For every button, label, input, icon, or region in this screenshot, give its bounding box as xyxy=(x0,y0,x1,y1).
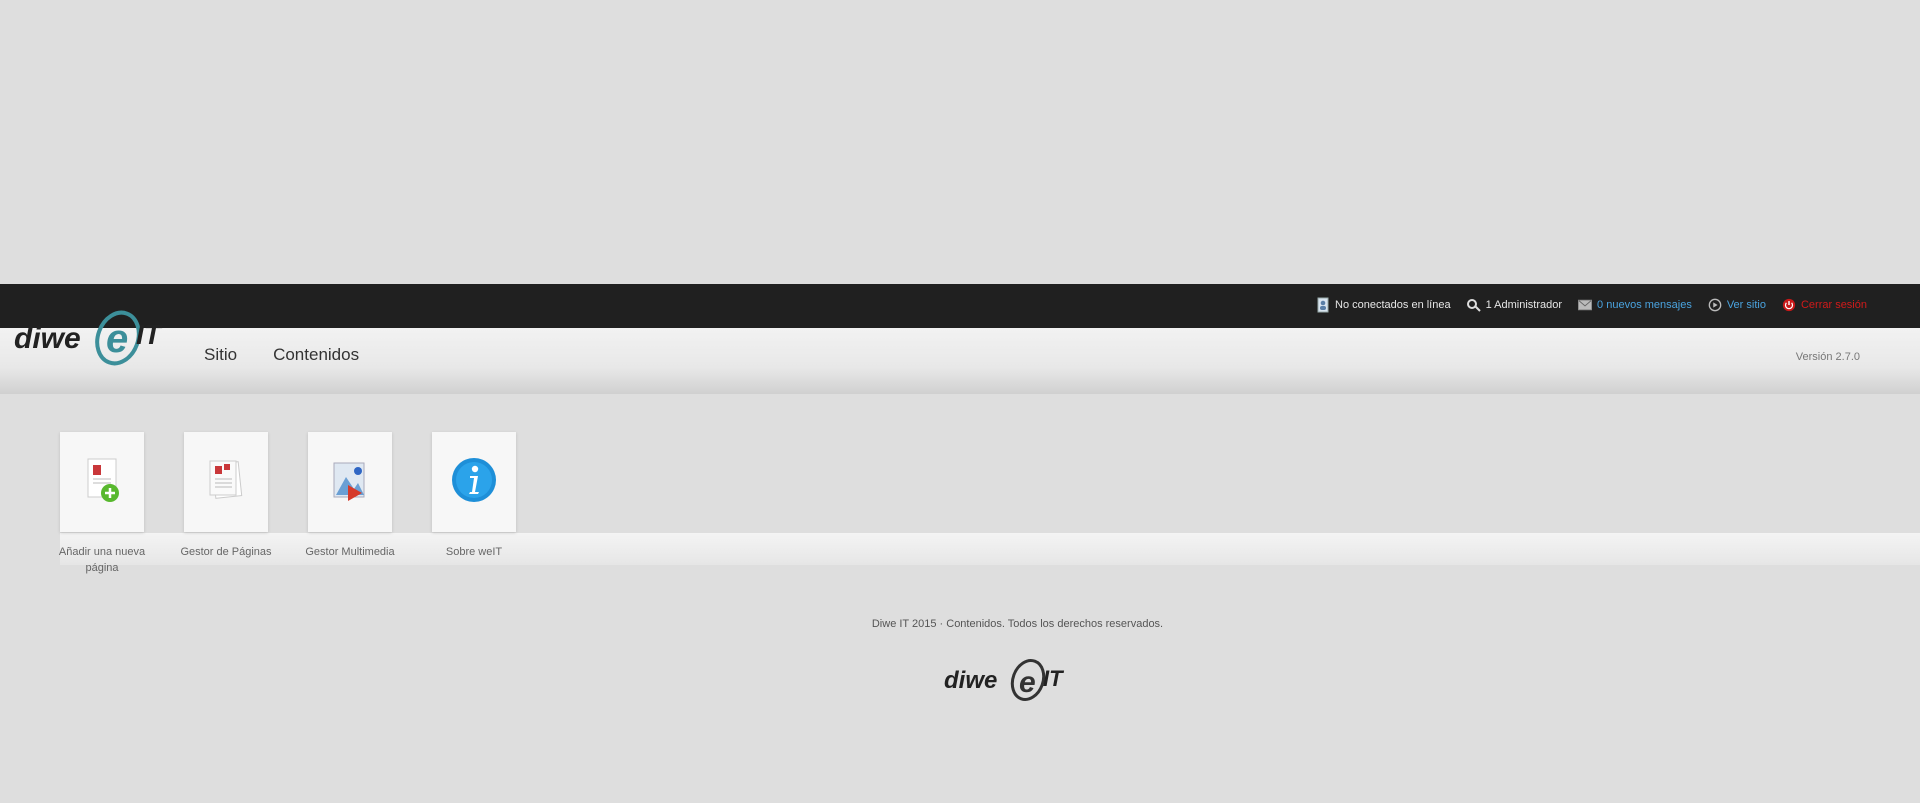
shortcut-tile[interactable] xyxy=(60,432,144,532)
shortcut-label[interactable]: Sobre weIT xyxy=(414,544,534,560)
shortcut-about[interactable]: Sobre weIT xyxy=(432,432,516,576)
top-bar-links: No conectados en línea 1 Administrador 0… xyxy=(1316,297,1867,313)
mail-icon xyxy=(1578,297,1593,313)
topbar-link-label: 0 nuevos mensajes xyxy=(1597,299,1692,311)
svg-text:e: e xyxy=(1019,666,1036,699)
topbar-link-label: Ver sitio xyxy=(1726,299,1766,311)
topbar-link-label: No conectados en línea xyxy=(1335,299,1451,311)
brand-logo[interactable]: diwe e IT xyxy=(12,298,182,372)
top-bar: No conectados en línea 1 Administrador 0… xyxy=(0,284,1920,328)
topbar-link-online-users[interactable]: No conectados en línea xyxy=(1316,297,1451,313)
topbar-link-label: 1 Administrador xyxy=(1485,299,1563,311)
svg-text:e: e xyxy=(106,317,128,361)
info-icon xyxy=(450,456,498,509)
main-menu: Sitio Contenidos xyxy=(204,345,359,365)
shortcut-page-manager[interactable]: Gestor de Páginas xyxy=(180,432,272,576)
svg-text:IT: IT xyxy=(1043,666,1064,691)
svg-text:diwe: diwe xyxy=(944,667,997,694)
footer-copyright: Diwe IT 2015 · Contenidos. Todos los der… xyxy=(871,618,1164,630)
shortcut-label[interactable]: Gestor Multimedia xyxy=(290,544,410,560)
topbar-link-logout[interactable]: Cerrar sesión xyxy=(1782,297,1867,313)
user-key-icon xyxy=(1466,297,1481,313)
shortcut-media-manager[interactable]: Gestor Multimedia xyxy=(305,432,395,576)
shortcut-add-page[interactable]: Añadir una nueva página xyxy=(59,432,145,576)
version-label: Versión 2.7.0 xyxy=(1795,351,1860,363)
shortcut-label[interactable]: Gestor de Páginas xyxy=(166,544,286,560)
menu-item-contenidos[interactable]: Contenidos xyxy=(273,345,359,365)
topbar-link-admin[interactable]: 1 Administrador xyxy=(1466,297,1563,313)
shortcut-tile[interactable] xyxy=(308,432,392,532)
page-manager-icon xyxy=(204,455,248,510)
menu-item-sitio[interactable]: Sitio xyxy=(204,345,237,365)
footer-logo: diwe e IT xyxy=(940,648,1080,710)
view-site-icon xyxy=(1708,297,1722,313)
media-manager-icon xyxy=(328,455,372,510)
users-page-icon xyxy=(1316,297,1330,313)
topbar-link-view-site[interactable]: Ver sitio xyxy=(1708,297,1766,313)
svg-text:IT: IT xyxy=(136,319,164,350)
svg-text:diwe: diwe xyxy=(14,322,81,355)
add-page-icon xyxy=(80,455,124,510)
shortcut-label[interactable]: Añadir una nueva página xyxy=(42,544,162,576)
logout-icon xyxy=(1782,297,1796,313)
topbar-link-label: Cerrar sesión xyxy=(1800,299,1867,311)
shortcut-tile[interactable] xyxy=(184,432,268,532)
shortcut-tile[interactable] xyxy=(432,432,516,532)
topbar-link-messages[interactable]: 0 nuevos mensajes xyxy=(1578,297,1692,313)
dashboard-shortcuts: Añadir una nueva página Gestor de Página… xyxy=(59,432,516,576)
